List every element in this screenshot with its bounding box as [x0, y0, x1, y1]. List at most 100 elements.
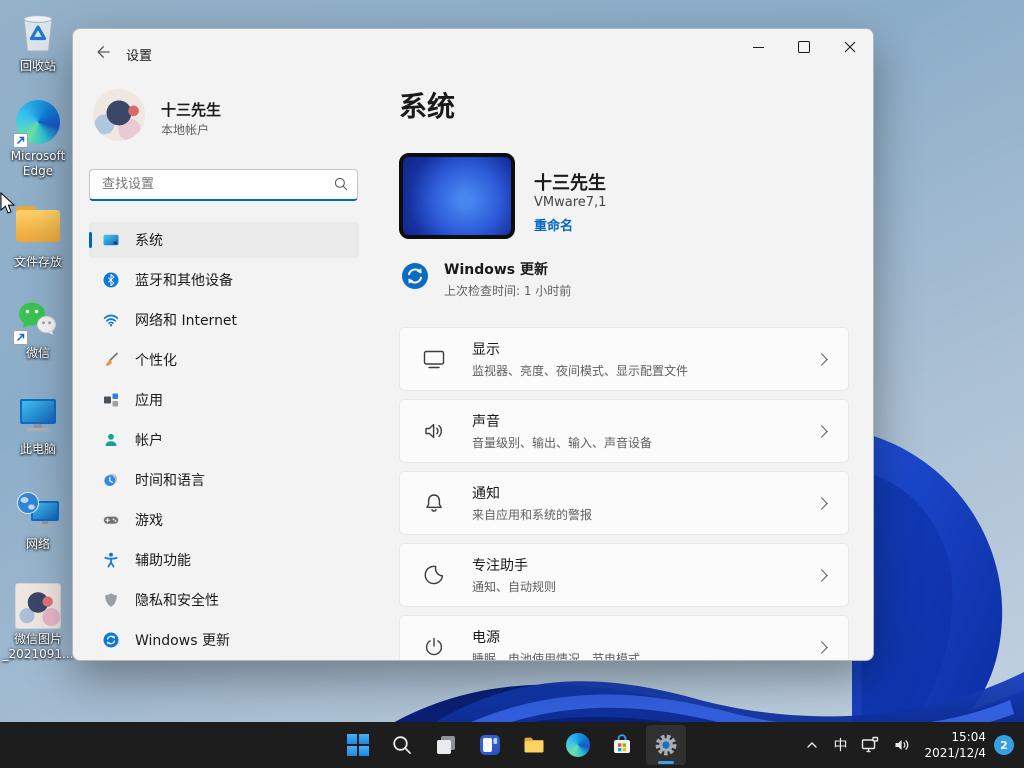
desktop-icon-this-pc[interactable]: 此电脑: [2, 393, 74, 457]
search-button[interactable]: [382, 725, 422, 765]
file-explorer-icon: [524, 737, 544, 753]
this-pc-icon: [15, 393, 61, 439]
desktop-icon-recycle-bin[interactable]: 回收站: [2, 10, 74, 74]
card-power[interactable]: 电源 睡眠、电池使用情况、节电模式: [399, 615, 849, 660]
windows-update-status[interactable]: Windows 更新 上次检查时间: 1 小时前: [401, 259, 571, 299]
window-title: 设置: [126, 49, 153, 64]
update-detail: 上次检查时间: 1 小时前: [444, 284, 572, 298]
nav-item-personalization[interactable]: 个性化: [89, 342, 359, 378]
network-icon: [15, 488, 61, 534]
edge-icon: [13, 100, 61, 148]
nav-item-network-internet[interactable]: 网络和 Internet: [89, 302, 359, 338]
store-icon: [614, 734, 630, 753]
desktop-icon-wechat[interactable]: 微信: [2, 297, 74, 361]
update-title: Windows 更新: [444, 262, 548, 278]
time-language-clock-icon: [103, 472, 119, 488]
apps-icon: [103, 392, 119, 408]
chevron-right-icon: [815, 568, 828, 582]
taskbar: 中 15:04 2021/12/4 2: [0, 722, 1024, 768]
close-icon: [844, 41, 856, 53]
desktop-icon-edge[interactable]: Microsoft Edge: [2, 100, 74, 179]
settings-gear-icon: [655, 734, 677, 756]
close-button[interactable]: [827, 29, 873, 65]
nav-item-bluetooth-devices[interactable]: 蓝牙和其他设备: [89, 262, 359, 298]
image-file-icon: [15, 583, 61, 629]
notifications-bell-icon: [426, 494, 442, 512]
search-input[interactable]: [89, 169, 358, 201]
card-display[interactable]: 显示 监视器、亮度、夜间模式、显示配置文件: [399, 327, 849, 391]
user-name: 十三先生: [161, 101, 222, 119]
network-tray-icon[interactable]: [854, 725, 886, 765]
clock[interactable]: 15:04 2021/12/4: [918, 729, 994, 761]
widgets-button[interactable]: [470, 725, 510, 765]
card-notifications[interactable]: 通知 来自应用和系统的警报: [399, 471, 849, 535]
windows-start-icon: [347, 734, 369, 756]
accessibility-person-icon: [103, 552, 119, 568]
active-app-indicator: [658, 761, 674, 764]
rename-link[interactable]: 重命名: [534, 215, 573, 234]
card-focus-assist[interactable]: 专注助手 通知、自动规则: [399, 543, 849, 607]
user-avatar[interactable]: [93, 89, 145, 141]
edge-button[interactable]: [558, 725, 598, 765]
chevron-right-icon: [815, 352, 828, 366]
search-icon: [393, 736, 411, 754]
nav-item-accounts[interactable]: 帐户: [89, 422, 359, 458]
back-arrow-icon: [97, 46, 110, 58]
back-button[interactable]: [89, 38, 117, 66]
page-title: 系统: [399, 90, 456, 123]
desktop-icon-label: 文件存放: [13, 255, 62, 269]
desktop-icon-label: Microsoft Edge: [10, 149, 66, 178]
nav-item-windows-update[interactable]: Windows 更新: [89, 622, 359, 658]
desktop-icon-label: 微信: [25, 346, 50, 360]
desktop-icon-network[interactable]: 网络: [2, 488, 74, 552]
nav-item-accessibility[interactable]: 辅助功能: [89, 542, 359, 578]
card-sound[interactable]: 声音 音量级别、输出、输入、声音设备: [399, 399, 849, 463]
desktop-icon-label: 微信图片_2021091...: [2, 632, 74, 661]
shortcut-arrow-icon: [13, 330, 28, 345]
maximize-button[interactable]: [781, 29, 827, 65]
desktop-icon-wechat-image[interactable]: 微信图片_2021091...: [2, 583, 74, 662]
settings-button[interactable]: [646, 725, 686, 765]
ime-indicator[interactable]: 中: [826, 725, 854, 765]
desktop-icon-label: 回收站: [19, 59, 56, 73]
clock-time: 15:04: [951, 729, 986, 744]
personalization-brush-icon: [103, 352, 119, 368]
nav-item-system[interactable]: 系统: [89, 222, 359, 258]
hidden-icons-chevron[interactable]: [798, 725, 826, 765]
file-explorer-button[interactable]: [514, 725, 554, 765]
focus-assist-moon-icon: [424, 565, 444, 585]
maximize-icon: [798, 41, 810, 53]
nav-item-time-language[interactable]: 时间和语言: [89, 462, 359, 498]
gaming-controller-icon: [103, 512, 119, 528]
wifi-icon: [103, 312, 119, 328]
shortcut-arrow-icon: [13, 133, 28, 148]
system-icon: [103, 232, 119, 248]
desktop-icon-folder[interactable]: 文件存放: [2, 200, 74, 270]
device-name: 十三先生: [534, 173, 606, 194]
nav-item-apps[interactable]: 应用: [89, 382, 359, 418]
chevron-right-icon: [815, 424, 828, 438]
volume-tray-icon[interactable]: [886, 725, 918, 765]
user-account-type: 本地帐户: [161, 123, 210, 137]
device-preview: [399, 153, 515, 239]
privacy-shield-icon: [103, 592, 119, 608]
power-icon: [425, 637, 443, 656]
nav-item-privacy-security[interactable]: 隐私和安全性: [89, 582, 359, 618]
settings-nav: 系统 蓝牙和其他设备 网络和 Internet 个性化 应用 帐户 时间和语言 …: [89, 222, 359, 660]
windows-update-icon: [103, 632, 119, 648]
store-button[interactable]: [602, 725, 642, 765]
chevron-up-icon: [807, 742, 818, 748]
notification-badge[interactable]: 2: [994, 735, 1014, 755]
task-view-button[interactable]: [426, 725, 466, 765]
start-button[interactable]: [338, 725, 378, 765]
accounts-person-icon: [103, 432, 119, 448]
windows-update-icon: [402, 263, 428, 289]
folder-icon: [15, 206, 61, 252]
nav-item-gaming[interactable]: 游戏: [89, 502, 359, 538]
sound-icon: [425, 423, 443, 439]
minimize-icon: [752, 46, 764, 48]
network-icon: [862, 736, 879, 753]
search-icon: [334, 177, 348, 191]
minimize-button[interactable]: [735, 29, 781, 65]
search-box: [89, 169, 358, 201]
